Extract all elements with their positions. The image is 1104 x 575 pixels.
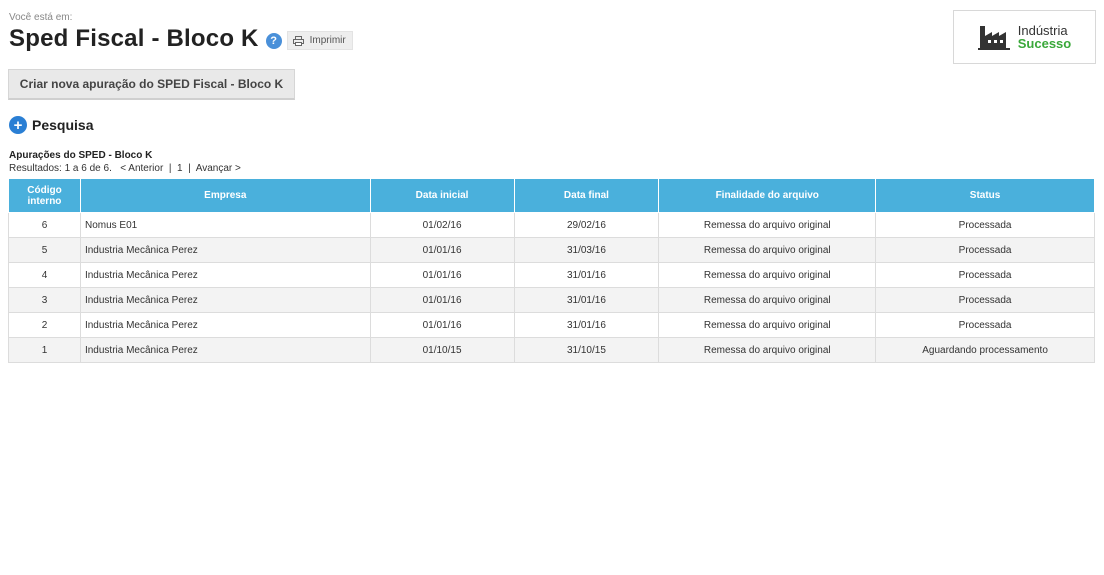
print-label: Imprimir — [309, 35, 346, 46]
column-header-data-final[interactable]: Data final — [513, 178, 660, 213]
create-new-apuracao-button[interactable]: Criar nova apuração do SPED Fiscal - Blo… — [8, 69, 295, 100]
search-section-toggle[interactable]: + Pesquisa — [9, 116, 93, 134]
plus-icon: + — [9, 116, 27, 134]
cell-status: Processada — [875, 262, 1095, 288]
table-row[interactable]: 5 Industria Mecânica Perez 01/01/16 31/0… — [8, 237, 1095, 263]
cell-finalidade: Remessa do arquivo original — [658, 262, 877, 288]
prev-page-link[interactable]: < Anterior — [120, 163, 163, 174]
print-button[interactable]: Imprimir — [286, 31, 353, 50]
cell-finalidade: Remessa do arquivo original — [658, 337, 877, 363]
printer-icon — [292, 35, 304, 46]
cell-empresa: Industria Mecânica Perez — [79, 237, 371, 263]
cell-data-inicial: 01/01/16 — [369, 287, 515, 313]
cell-finalidade: Remessa do arquivo original — [658, 212, 877, 238]
results-text: Resultados: 1 a 6 de 6. — [9, 163, 112, 174]
logo-text: Indústria Sucesso — [1018, 24, 1071, 50]
table-row[interactable]: 3 Industria Mecânica Perez 01/01/16 31/0… — [8, 287, 1095, 313]
cell-codigo: 1 — [8, 337, 81, 363]
cell-data-inicial: 01/01/16 — [369, 312, 515, 338]
table-row[interactable]: 2 Industria Mecânica Perez 01/01/16 31/0… — [8, 312, 1095, 338]
page-title: Sped Fiscal - Bloco K — [9, 25, 259, 52]
next-page-link[interactable]: Avançar > — [196, 163, 241, 174]
cell-data-final: 31/10/15 — [513, 337, 660, 363]
search-section-label: Pesquisa — [32, 117, 94, 133]
company-logo: Indústria Sucesso — [953, 10, 1096, 64]
cell-data-inicial: 01/01/16 — [369, 237, 515, 263]
cell-codigo: 5 — [8, 237, 81, 263]
cell-status: Processada — [875, 287, 1095, 313]
cell-status: Processada — [875, 312, 1095, 338]
cell-data-final: 31/01/16 — [513, 262, 660, 288]
help-icon[interactable]: ? — [265, 32, 282, 49]
table-header-row: Código interno Empresa Data inicial Data… — [8, 178, 1095, 213]
column-header-empresa[interactable]: Empresa — [79, 178, 371, 213]
cell-codigo: 6 — [8, 212, 81, 238]
apuracoes-table: Código interno Empresa Data inicial Data… — [8, 178, 1095, 363]
cell-data-final: 31/01/16 — [513, 287, 660, 313]
column-header-data-inicial[interactable]: Data inicial — [369, 178, 515, 213]
logo-line2: Sucesso — [1017, 36, 1072, 51]
cell-empresa: Industria Mecânica Perez — [79, 337, 371, 363]
table-row[interactable]: 1 Industria Mecânica Perez 01/10/15 31/1… — [8, 337, 1095, 363]
cell-status: Aguardando processamento — [875, 337, 1095, 363]
cell-empresa: Industria Mecânica Perez — [79, 312, 371, 338]
cell-status: Processada — [875, 237, 1095, 263]
factory-icon — [977, 26, 1010, 50]
column-header-status[interactable]: Status — [875, 178, 1095, 213]
cell-status: Processada — [875, 212, 1095, 238]
column-header-codigo[interactable]: Código interno — [8, 178, 81, 213]
list-title: Apurações do SPED - Bloco K — [9, 150, 153, 161]
pagination: Resultados: 1 a 6 de 6. < Anterior | 1 |… — [9, 163, 241, 174]
cell-data-inicial: 01/10/15 — [369, 337, 515, 363]
cell-finalidade: Remessa do arquivo original — [658, 312, 877, 338]
cell-data-final: 31/01/16 — [513, 312, 660, 338]
cell-empresa: Nomus E01 — [79, 212, 371, 238]
cell-data-final: 31/03/16 — [513, 237, 660, 263]
cell-finalidade: Remessa do arquivo original — [658, 287, 877, 313]
column-header-finalidade[interactable]: Finalidade do arquivo — [658, 178, 877, 213]
breadcrumb: Você está em: — [9, 12, 73, 23]
cell-finalidade: Remessa do arquivo original — [658, 237, 877, 263]
cell-data-final: 29/02/16 — [513, 212, 660, 238]
page-number-link[interactable]: 1 — [177, 163, 183, 174]
title-row: Sped Fiscal - Bloco K ? Imprimir — [9, 25, 353, 53]
table-row[interactable]: 4 Industria Mecânica Perez 01/01/16 31/0… — [8, 262, 1095, 288]
cell-codigo: 2 — [8, 312, 81, 338]
cell-codigo: 4 — [8, 262, 81, 288]
cell-data-inicial: 01/01/16 — [369, 262, 515, 288]
table-row[interactable]: 6 Nomus E01 01/02/16 29/02/16 Remessa do… — [8, 212, 1095, 238]
cell-empresa: Industria Mecânica Perez — [79, 287, 371, 313]
cell-codigo: 3 — [8, 287, 81, 313]
cell-data-inicial: 01/02/16 — [369, 212, 515, 238]
cell-empresa: Industria Mecânica Perez — [79, 262, 371, 288]
